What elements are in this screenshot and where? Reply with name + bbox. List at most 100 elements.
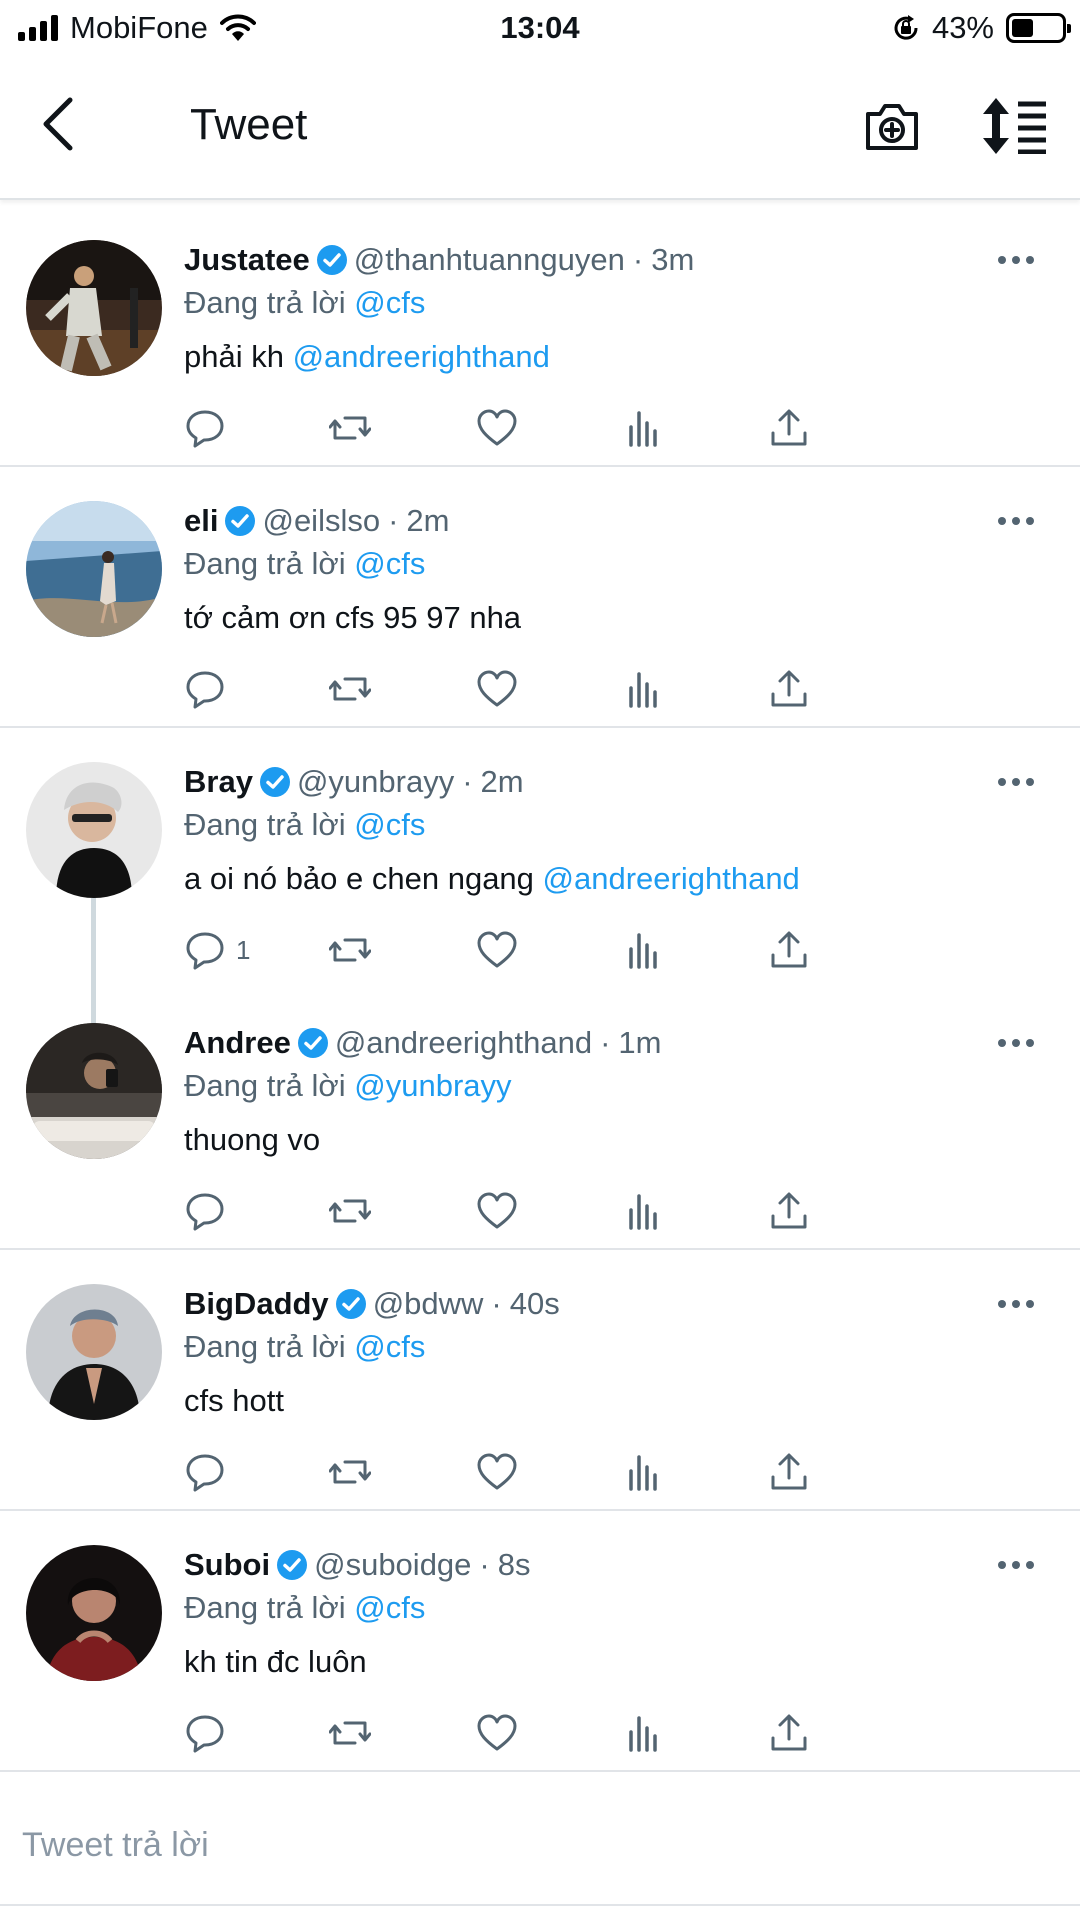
tweet-text-mention[interactable]: @andreerighthand	[543, 861, 800, 896]
separator-dot: ·	[632, 242, 644, 277]
reply-button[interactable]	[184, 1711, 236, 1755]
tweet-time: 40s	[509, 1286, 560, 1321]
more-options-icon[interactable]	[996, 254, 1036, 266]
battery-icon	[1006, 13, 1071, 43]
more-options-icon[interactable]	[996, 1559, 1036, 1571]
retweet-button[interactable]	[329, 1189, 371, 1233]
camera-plus-icon[interactable]	[862, 96, 922, 156]
reply-button[interactable]	[184, 667, 236, 711]
tweet-text-mention[interactable]: @andreerighthand	[293, 339, 550, 374]
tweet-body: BigDaddy @bdww · 40s Đang trả lời @cfs c…	[184, 1284, 1060, 1422]
tweet-text-content: tớ cảm ơn cfs 95 97 nha	[184, 600, 522, 635]
author-handle[interactable]: @andreerighthand	[335, 1025, 592, 1061]
reply-button[interactable]	[184, 406, 236, 450]
replying-to-label: Đang trả lời	[184, 1068, 346, 1103]
retweet-button[interactable]	[329, 928, 371, 972]
author-name[interactable]: BigDaddy	[184, 1286, 329, 1322]
reply-input-placeholder[interactable]: Tweet trả lời	[22, 1826, 209, 1865]
retweet-button[interactable]	[329, 1450, 371, 1494]
like-button[interactable]	[476, 1711, 518, 1755]
author-handle[interactable]: @suboidge	[314, 1547, 471, 1583]
retweet-button[interactable]	[329, 667, 371, 711]
tweet-actions	[184, 1450, 964, 1494]
avatar[interactable]	[26, 1545, 162, 1681]
like-button[interactable]	[476, 928, 518, 972]
share-icon	[771, 670, 807, 707]
analytics-button[interactable]	[622, 406, 664, 450]
analytics-button[interactable]	[622, 1450, 664, 1494]
like-button[interactable]	[476, 1450, 518, 1494]
share-button[interactable]	[768, 928, 810, 972]
sort-icon[interactable]	[982, 98, 1048, 154]
replying-to-mention[interactable]: @cfs	[354, 1329, 425, 1364]
reply-button[interactable]: 1	[184, 928, 250, 972]
tweet-text: tớ cảm ơn cfs 95 97 nha	[184, 597, 1060, 639]
retweet-button[interactable]	[329, 1711, 371, 1755]
replying-to-mention[interactable]: @yunbrayy	[354, 1068, 511, 1103]
avatar[interactable]	[26, 1284, 162, 1420]
author-handle[interactable]: @thanhtuannguyen	[354, 242, 625, 278]
tweet-item[interactable]: Suboi @suboidge · 8s Đang trả lời @cfs k…	[0, 1511, 1080, 1772]
tweet-time: 3m	[651, 242, 695, 277]
author-handle[interactable]: @eilslso	[262, 503, 380, 539]
author-handle[interactable]: @bdww	[373, 1286, 484, 1322]
share-button[interactable]	[768, 406, 810, 450]
tweet-actions	[184, 667, 964, 711]
tweet-text: kh tin đc luôn	[184, 1641, 1060, 1683]
author-name[interactable]: Andree	[184, 1025, 291, 1061]
analytics-button[interactable]	[622, 667, 664, 711]
like-button[interactable]	[476, 406, 518, 450]
separator-dot: ·	[388, 503, 399, 538]
avatar[interactable]	[26, 240, 162, 376]
tweet-body: Suboi @suboidge · 8s Đang trả lời @cfs k…	[184, 1545, 1060, 1683]
tweet-text: phải kh @andreerighthand	[184, 336, 1060, 378]
analytics-icon	[629, 1716, 657, 1752]
retweet-icon	[329, 677, 371, 701]
tweet-header: eli @eilslso · 2m	[184, 501, 1060, 541]
tweet-item[interactable]: Bray @yunbrayy · 2m Đang trả lời @cfs a …	[0, 728, 1080, 1025]
author-handle[interactable]: @yunbrayy	[297, 764, 454, 800]
replying-to-mention[interactable]: @cfs	[354, 546, 425, 581]
tweet-item[interactable]: eli @eilslso · 2m Đang trả lời @cfs tớ c…	[0, 467, 1080, 728]
author-name[interactable]: eli	[184, 503, 218, 539]
reply-button[interactable]	[184, 1189, 236, 1233]
tweet-item[interactable]: Justatee @thanhtuannguyen · 3m Đang trả …	[0, 206, 1080, 467]
author-name[interactable]: Justatee	[184, 242, 310, 278]
share-icon	[771, 1453, 807, 1490]
analytics-icon	[629, 1194, 657, 1230]
share-button[interactable]	[768, 667, 810, 711]
verified-badge-icon	[297, 1028, 328, 1058]
share-button[interactable]	[768, 1189, 810, 1233]
back-button[interactable]	[34, 94, 84, 154]
replying-to-mention[interactable]: @cfs	[354, 285, 425, 320]
avatar[interactable]	[26, 501, 162, 637]
analytics-button[interactable]	[622, 928, 664, 972]
share-button[interactable]	[768, 1711, 810, 1755]
reply-button[interactable]	[184, 1450, 236, 1494]
author-name[interactable]: Bray	[184, 764, 253, 800]
more-options-icon[interactable]	[996, 1298, 1036, 1310]
like-button[interactable]	[476, 667, 518, 711]
replying-to-mention[interactable]: @cfs	[354, 1590, 425, 1625]
tweet-item[interactable]: BigDaddy @bdww · 40s Đang trả lời @cfs c…	[0, 1250, 1080, 1511]
replying-to-mention[interactable]: @cfs	[354, 807, 425, 842]
more-options-icon[interactable]	[996, 515, 1036, 527]
tweet-item[interactable]: Andree @andreerighthand · 1m Đang trả lờ…	[0, 989, 1080, 1250]
analytics-button[interactable]	[622, 1711, 664, 1755]
avatar[interactable]	[26, 762, 162, 898]
reply-composer[interactable]: Tweet trả lời	[0, 1788, 1080, 1906]
more-options-icon[interactable]	[996, 1037, 1036, 1049]
share-button[interactable]	[768, 1450, 810, 1494]
retweet-button[interactable]	[329, 406, 371, 450]
author-name[interactable]: Suboi	[184, 1547, 270, 1583]
analytics-button[interactable]	[622, 1189, 664, 1233]
like-button[interactable]	[476, 1189, 518, 1233]
reply-count: 1	[236, 934, 251, 965]
avatar[interactable]	[26, 1023, 162, 1159]
reply-icon	[186, 671, 224, 709]
tweet-header: BigDaddy @bdww · 40s	[184, 1284, 1060, 1324]
share-icon	[771, 931, 807, 968]
tweet-header: Justatee @thanhtuannguyen · 3m	[184, 240, 1060, 280]
tweet-actions	[184, 1189, 964, 1233]
more-options-icon[interactable]	[996, 776, 1036, 788]
